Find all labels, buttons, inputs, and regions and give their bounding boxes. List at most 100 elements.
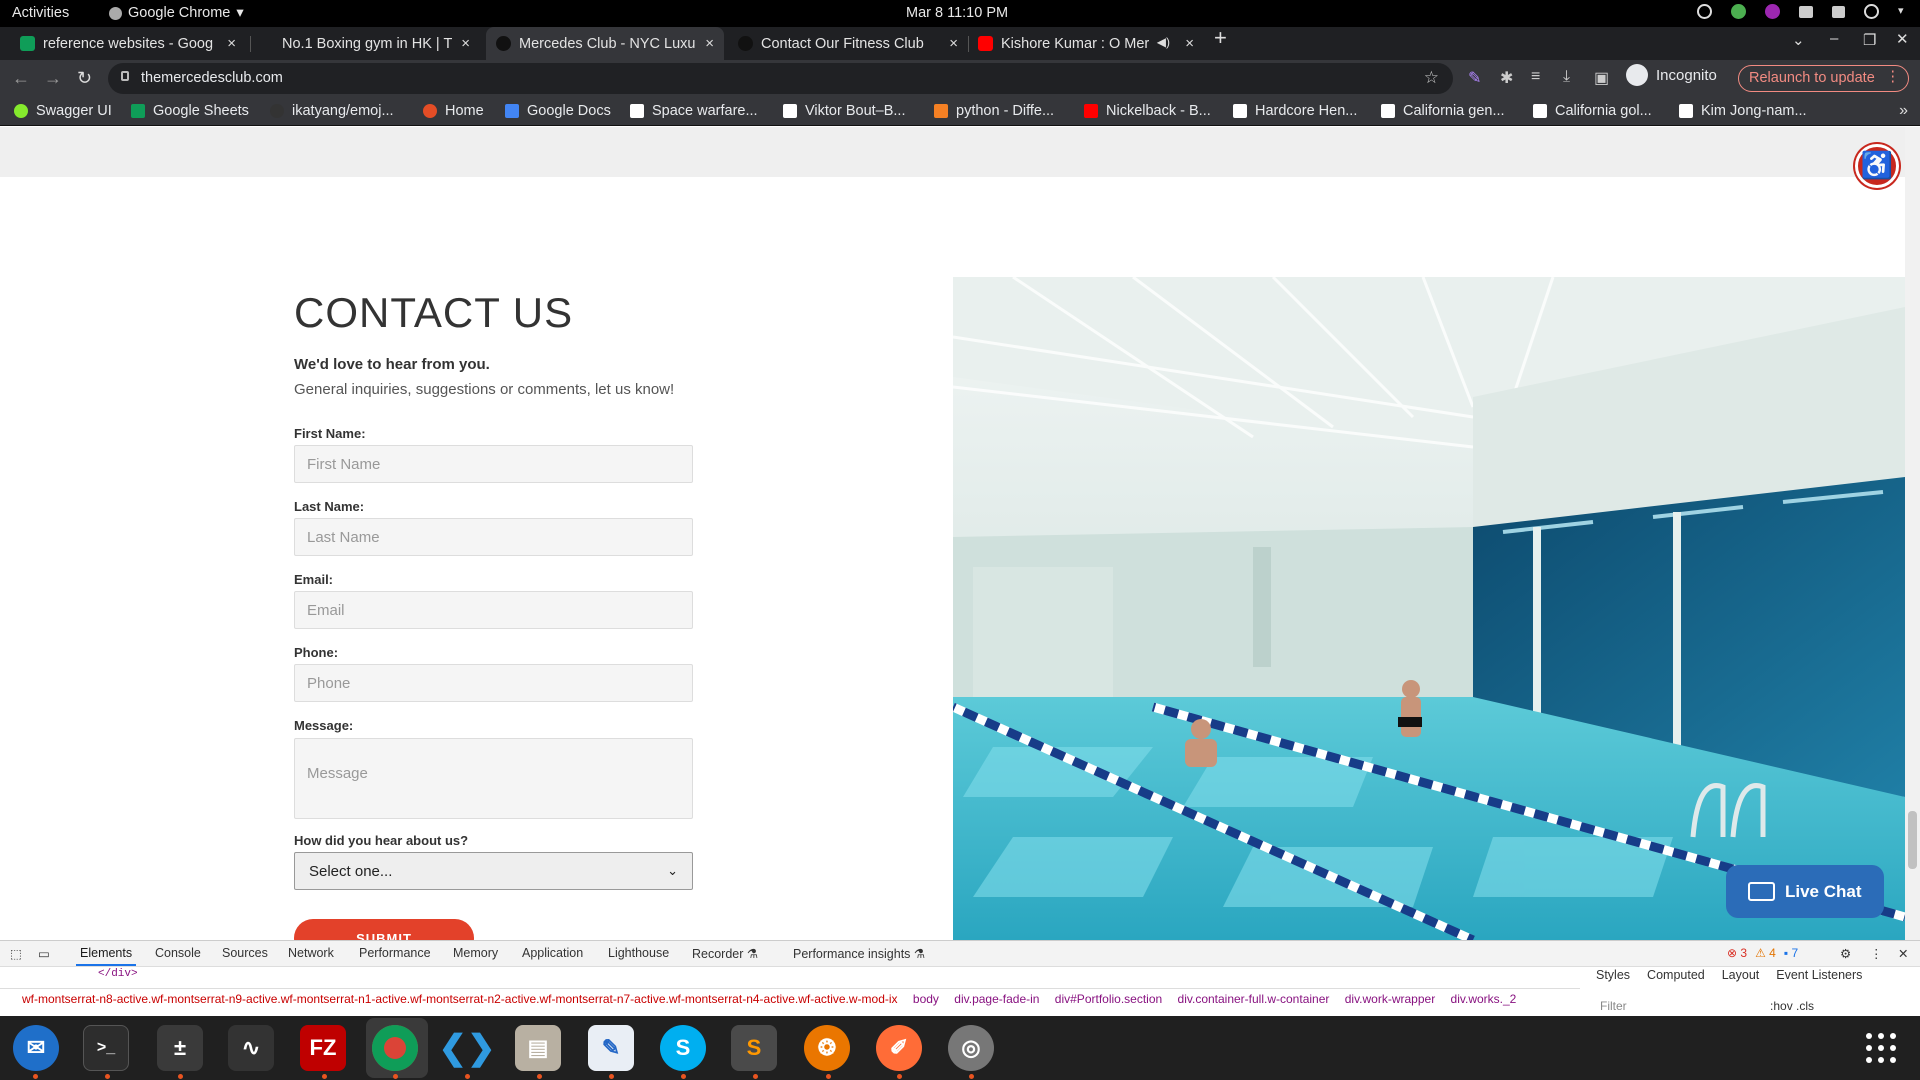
bookmark-python[interactable]: python - Diffe... [934,103,1054,119]
tab-styles[interactable]: Styles [1596,968,1630,982]
thunderbird-icon[interactable]: ✉ [13,1025,59,1071]
dom-code-line[interactable]: </div> [98,968,138,980]
extensions-icon[interactable]: ✱ [1500,68,1513,88]
reading-list-icon[interactable]: ≡ [1531,68,1540,86]
forward-button[interactable]: → [44,68,62,89]
tab-performance-insights[interactable]: Performance insights ⚗ [793,946,925,961]
download-icon[interactable]: ⤓ [1563,68,1570,86]
breadcrumb-body[interactable]: body [913,992,939,1006]
chrome-icon[interactable] [372,1025,418,1071]
tab-computed[interactable]: Computed [1647,968,1705,982]
issue-counters[interactable]: ⊗ 3 ⚠ 4 ▪ 7 [1727,946,1798,960]
breadcrumb-container[interactable]: div.container-full.w-container [1178,992,1330,1006]
first-name-field[interactable] [294,445,693,483]
vscode-icon[interactable]: ❮❯ [439,1025,496,1071]
bookmark-hardcore-henry[interactable]: Hardcore Hen... [1233,103,1357,119]
back-button[interactable]: ← [12,68,30,89]
bookmark-google-docs[interactable]: Google Docs [505,103,611,119]
last-name-field[interactable] [294,518,693,556]
calculator-icon[interactable]: ± [157,1025,203,1071]
filezilla-icon[interactable]: FZ [300,1025,346,1071]
breadcrumb-portfolio[interactable]: div#Portfolio.section [1055,992,1162,1006]
close-icon[interactable]: × [949,35,958,52]
sublime-text-icon[interactable]: S [731,1025,777,1071]
minimize-button[interactable]: – [1830,30,1838,47]
close-window-button[interactable]: ✕ [1896,30,1909,48]
phone-field[interactable] [294,664,693,702]
shield-icon[interactable] [1731,4,1746,19]
tab-memory[interactable]: Memory [453,946,498,960]
more-bookmarks-icon[interactable]: » [1899,102,1908,120]
app-menu[interactable]: Google Chrome ▾ [109,5,244,21]
filter-flags[interactable]: :hov .cls [1770,999,1814,1013]
disks-icon[interactable]: ◎ [948,1025,994,1071]
device-toolbar-icon[interactable]: ▭ [38,946,50,961]
tab-recorder[interactable]: Recorder ⚗ [692,946,758,961]
reload-button[interactable]: ↻ [77,68,92,89]
activities-button[interactable]: Activities [12,5,69,21]
relaunch-button[interactable]: Relaunch to update ⋮ [1738,65,1909,92]
postman-icon[interactable]: ✐ [876,1025,922,1071]
tab-application[interactable]: Application [522,946,583,960]
bookmark-nickelback[interactable]: Nickelback - B... [1084,103,1211,119]
inspect-element-icon[interactable]: ⬚ [10,946,22,961]
breadcrumb-page-fade-in[interactable]: div.page-fade-in [954,992,1039,1006]
bookmark-california-gol[interactable]: California gol... [1533,103,1652,119]
accessibility-icon[interactable]: ♿ [1855,144,1899,188]
close-icon[interactable]: × [227,35,236,52]
live-chat-button[interactable]: Live Chat [1726,865,1884,918]
bookmark-home[interactable]: Home [423,103,484,119]
styles-filter-input[interactable]: Filter :hov .cls [1600,999,1814,1013]
side-panel-icon[interactable]: ▣ [1594,68,1609,88]
restore-button[interactable]: ❐ [1863,31,1876,49]
breadcrumb-works[interactable]: div.works._2 [1451,992,1517,1006]
close-icon[interactable]: × [461,35,470,52]
power-icon[interactable] [1864,4,1879,19]
network-icon[interactable] [1799,5,1813,18]
bookmark-star-icon[interactable]: ☆ [1424,68,1439,88]
tab-console[interactable]: Console [155,946,201,960]
more-options-icon[interactable]: ⋮ [1870,946,1883,961]
chevron-down-icon[interactable]: ▾ [1898,4,1908,19]
close-devtools-icon[interactable]: ✕ [1898,946,1908,961]
url-text[interactable]: themercedesclub.com [141,70,283,86]
bookmark-emoji[interactable]: ikatyang/emoj... [270,103,394,119]
files-icon[interactable]: ▤ [515,1025,561,1071]
bookmark-viktor-bout[interactable]: Viktor Bout–B... [783,103,905,119]
breadcrumb-work-wrapper[interactable]: div.work-wrapper [1345,992,1435,1006]
tab-boxing-gym[interactable]: No.1 Boxing gym in HK | T × [272,27,480,60]
pen-extension-icon[interactable]: ✎ [1468,68,1481,88]
page-scrollbar[interactable] [1905,127,1920,940]
close-icon[interactable]: × [705,35,714,52]
close-icon[interactable]: × [1185,35,1194,52]
tab-kishore-kumar[interactable]: Kishore Kumar : O Mer ◀) × [968,27,1204,60]
skype-icon[interactable]: S [660,1025,706,1071]
tab-search-button[interactable]: ⌄ [1792,31,1805,49]
system-tray[interactable]: ▾ [1697,4,1908,19]
tab-network[interactable]: Network [288,946,334,960]
message-field[interactable] [294,738,693,819]
email-field[interactable] [294,591,693,629]
bookmark-swagger-ui[interactable]: Swagger UI [14,103,112,119]
blender-icon[interactable]: ❂ [804,1025,850,1071]
tab-elements[interactable]: Elements [75,946,137,966]
bookmark-space-warfare[interactable]: Space warfare... [630,103,758,119]
text-editor-icon[interactable]: ✎ [588,1025,634,1071]
settings-gear-icon[interactable]: ⚙ [1840,946,1851,961]
system-monitor-icon[interactable]: ∿ [228,1025,274,1071]
breadcrumb-html[interactable]: wf-montserrat-n8-active.wf-montserrat-n9… [22,992,898,1006]
tray-status-icon[interactable] [1697,4,1712,19]
tab-event-listeners[interactable]: Event Listeners [1776,968,1862,982]
show-apps-grid-icon[interactable] [1866,1033,1896,1063]
audio-playing-icon[interactable]: ◀) [1157,35,1170,49]
terminal-icon[interactable]: >_ [83,1025,129,1071]
tab-sources[interactable]: Sources [222,946,268,960]
tab-reference-websites[interactable]: reference websites - Goog × [10,27,246,60]
bookmark-google-sheets[interactable]: Google Sheets [131,103,249,119]
tab-performance[interactable]: Performance [359,946,431,960]
bookmark-california-gen[interactable]: California gen... [1381,103,1505,119]
clock[interactable]: Mar 8 11:10 PM [906,5,1008,21]
volume-icon[interactable] [1832,5,1845,18]
hear-about-select[interactable]: Select one... ⌄ [294,852,693,890]
incognito-indicator[interactable]: Incognito [1626,64,1717,86]
